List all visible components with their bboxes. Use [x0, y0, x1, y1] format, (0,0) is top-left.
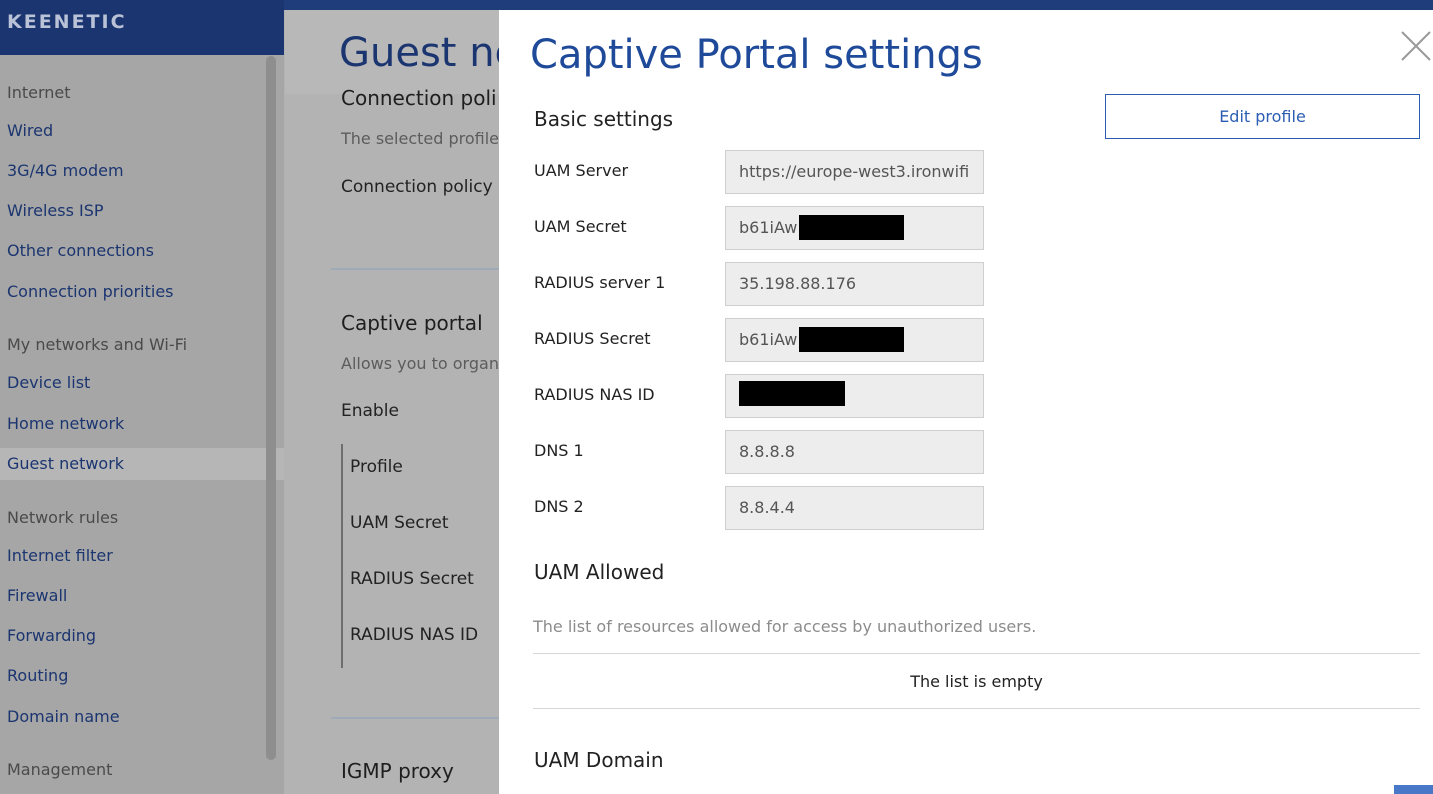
sidebar-item-wired[interactable]: Wired	[7, 121, 53, 140]
sidebar-item-domain-name[interactable]: Domain name	[7, 707, 120, 726]
cp-field-radius-secret: RADIUS Secret	[350, 569, 474, 589]
dns1-field[interactable]: 8.8.8.8	[725, 430, 984, 474]
uam-server-label: UAM Server	[534, 161, 629, 180]
radius-server-field[interactable]: 35.198.88.176	[725, 262, 984, 306]
uam-allowed-heading: UAM Allowed	[534, 560, 665, 584]
uam-server-field[interactable]: https://europe-west3.ironwifi	[725, 150, 984, 194]
sidebar-item-wireless-isp[interactable]: Wireless ISP	[7, 201, 104, 220]
page-title: Guest ne	[339, 30, 520, 76]
connection-policy-label: Connection policy	[341, 177, 493, 197]
dns2-label: DNS 2	[534, 497, 584, 516]
redaction-box	[799, 327, 904, 352]
radius-nas-id-label: RADIUS NAS ID	[534, 385, 655, 404]
radius-server-label: RADIUS server 1	[534, 273, 666, 292]
sidebar-scrollbar[interactable]	[266, 56, 276, 760]
dns2-field[interactable]: 8.8.4.4	[725, 486, 984, 530]
cp-field-radius-nas-id: RADIUS NAS ID	[350, 625, 479, 645]
sidebar-item-guest-network[interactable]: Guest network	[7, 454, 124, 473]
sidebar-item-internet-filter[interactable]: Internet filter	[7, 546, 113, 565]
igmp-proxy-heading: IGMP proxy	[341, 759, 454, 783]
sidebar-item-forwarding[interactable]: Forwarding	[7, 626, 96, 645]
uam-allowed-desc: The list of resources allowed for access…	[533, 617, 1037, 636]
sidebar-item-connection-priorities[interactable]: Connection priorities	[7, 282, 174, 301]
edit-profile-button[interactable]: Edit profile	[1105, 94, 1420, 139]
list-bottom-divider	[533, 708, 1420, 709]
basic-settings-heading: Basic settings	[534, 107, 674, 131]
connection-policy-desc: The selected profile	[341, 129, 500, 148]
sidebar-item-other-connections[interactable]: Other connections	[7, 241, 154, 260]
empty-list-message: The list is empty	[910, 672, 1043, 691]
sidebar-group-network-rules: Network rules	[7, 508, 119, 527]
list-top-divider	[533, 653, 1420, 654]
radius-secret-label: RADIUS Secret	[534, 329, 651, 348]
cp-field-profile: Profile	[350, 457, 403, 477]
sidebar-item-routing[interactable]: Routing	[7, 666, 68, 685]
enable-label: Enable	[341, 401, 399, 421]
sidebar-group-management: Management	[7, 760, 113, 779]
close-icon[interactable]	[1400, 30, 1432, 62]
dns1-label: DNS 1	[534, 441, 584, 460]
sidebar-item-modem[interactable]: 3G/4G modem	[7, 161, 124, 180]
sidebar-group-internet: Internet	[7, 83, 71, 102]
keenetic-logo: KEENETIC	[7, 11, 127, 33]
captive-portal-desc: Allows you to organ	[341, 354, 499, 373]
section-divider	[331, 268, 501, 270]
logo-bar: KEENETIC	[0, 0, 284, 55]
redaction-box	[739, 381, 845, 406]
panel-title: Captive Portal settings	[530, 32, 983, 78]
sidebar-group-my-networks: My networks and Wi-Fi	[7, 335, 188, 354]
sidebar-item-home-network[interactable]: Home network	[7, 414, 124, 433]
redaction-box	[799, 215, 904, 240]
connection-policy-heading: Connection poli	[341, 86, 497, 110]
sidebar-item-device-list[interactable]: Device list	[7, 373, 90, 392]
cp-field-uam-secret: UAM Secret	[350, 513, 449, 533]
captive-portal-group-line	[341, 444, 343, 668]
uam-secret-label: UAM Secret	[534, 217, 627, 236]
uam-domain-heading: UAM Domain	[534, 748, 664, 772]
captive-portal-settings-panel: Captive Portal settings Edit profile Bas…	[499, 10, 1433, 794]
section-divider	[331, 717, 501, 719]
help-button[interactable]	[1394, 785, 1433, 794]
sidebar-item-firewall[interactable]: Firewall	[7, 586, 67, 605]
captive-portal-heading: Captive portal	[341, 311, 483, 335]
